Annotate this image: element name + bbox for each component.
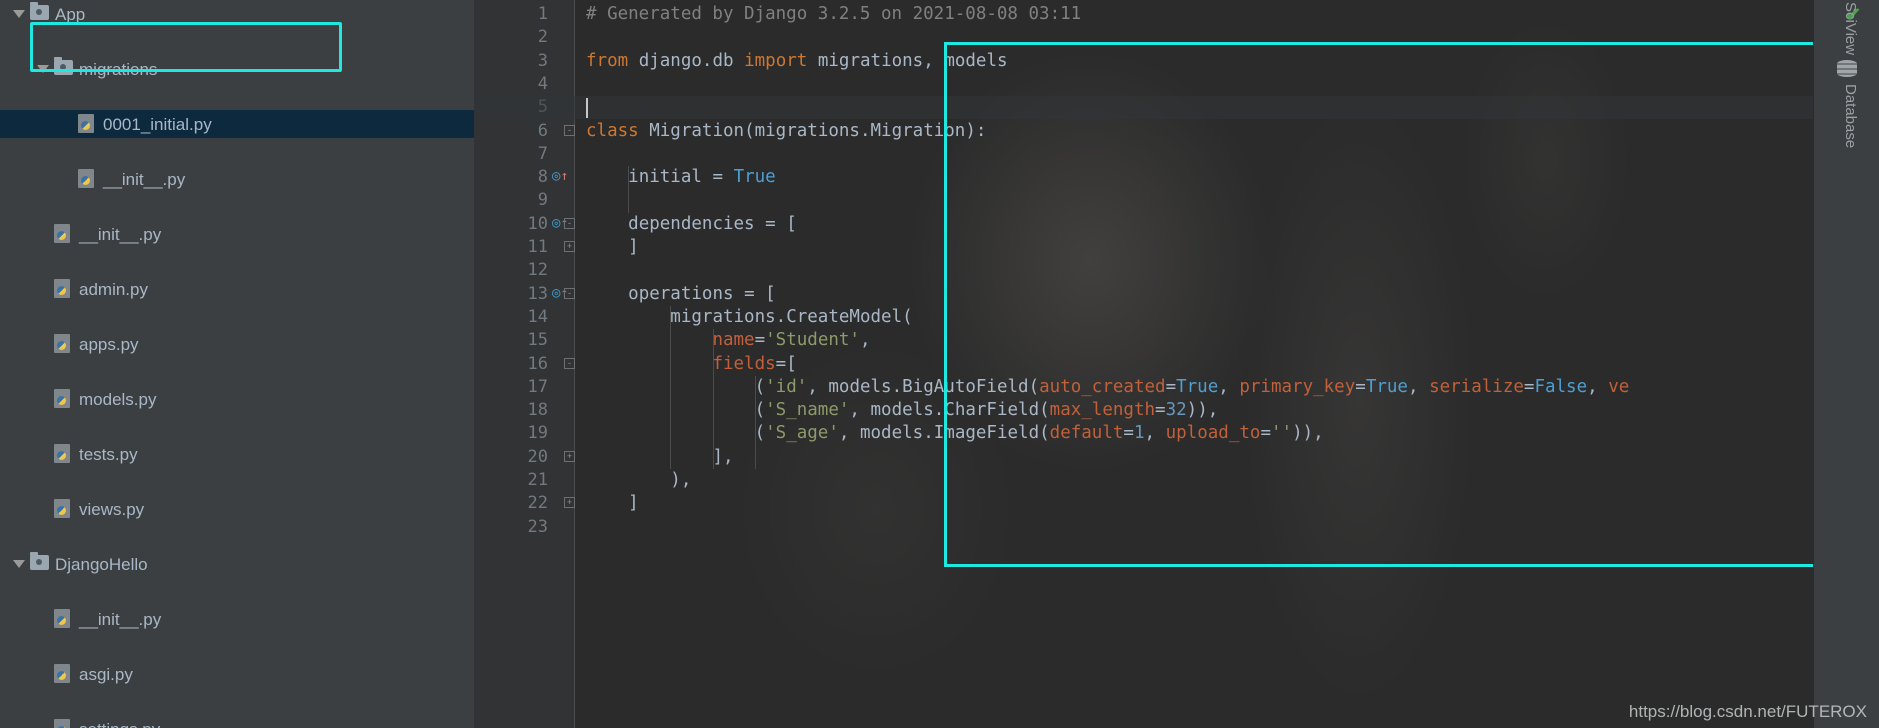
tree-item-0001-initial-py[interactable]: 0001_initial.py xyxy=(0,110,474,138)
tree-item-label: DjangoHello xyxy=(55,554,148,574)
database-icon xyxy=(1837,60,1857,77)
tree-item-tests-py[interactable]: tests.py xyxy=(0,440,474,468)
current-line-highlight xyxy=(474,96,1814,120)
tree-item-label: views.py xyxy=(79,499,145,519)
tree-item-label: settings.py xyxy=(79,720,160,728)
watermark-text: https://blog.csdn.net/FUTEROX xyxy=(1628,702,1867,721)
python-file-icon xyxy=(54,499,74,519)
code-line[interactable]: from django.db import migrations, models xyxy=(586,50,1008,73)
code-line[interactable]: dependencies = [ xyxy=(586,213,797,236)
code-text[interactable]: # Generated by Django 3.2.5 on 2021-08-0… xyxy=(474,0,1814,728)
tab-sciview[interactable]: SciView xyxy=(1842,2,1859,55)
tree-item--init-py[interactable]: __init__.py xyxy=(0,220,474,248)
python-file-icon xyxy=(54,224,74,244)
code-line[interactable]: migrations.CreateModel( xyxy=(586,306,912,329)
python-file-icon xyxy=(54,389,74,409)
code-line[interactable]: fields=[ xyxy=(586,353,796,376)
code-line[interactable]: ] xyxy=(586,492,639,515)
python-file-icon xyxy=(54,664,74,684)
tree-item-label: apps.py xyxy=(79,334,139,354)
python-file-icon xyxy=(54,444,74,464)
tree-item-apps-py[interactable]: apps.py xyxy=(0,330,474,358)
right-tool-window-bar[interactable]: ✔ SciView Database xyxy=(1813,0,1879,728)
tree-item-label: App xyxy=(55,4,86,24)
indent-guide xyxy=(754,375,756,469)
tree-item-label: __init__.py xyxy=(103,169,186,189)
python-file-icon xyxy=(54,334,74,354)
tree-item-djangohello[interactable]: DjangoHello xyxy=(0,550,474,578)
chevron-down-icon[interactable] xyxy=(8,550,30,578)
tree-item-views-py[interactable]: views.py xyxy=(0,495,474,523)
code-line[interactable]: # Generated by Django 3.2.5 on 2021-08-0… xyxy=(586,3,1081,26)
tree-item-admin-py[interactable]: admin.py xyxy=(0,275,474,303)
pycharm-window: App migrations 0001_initial.py __init__.py _… xyxy=(0,0,1879,728)
python-file-icon xyxy=(54,719,74,728)
tree-item--init-py[interactable]: __init__.py xyxy=(0,605,474,633)
tab-database[interactable]: Database xyxy=(1842,84,1859,148)
module-folder-icon xyxy=(30,2,50,22)
project-tree-panel[interactable]: App migrations 0001_initial.py __init__.py _… xyxy=(0,0,474,728)
code-line[interactable]: class Migration(migrations.Migration): xyxy=(586,120,986,143)
module-folder-icon xyxy=(30,552,50,572)
module-folder-icon xyxy=(54,57,74,77)
tree-item-label: __init__.py xyxy=(79,224,162,244)
text-caret xyxy=(586,98,588,119)
tree-item-asgi-py[interactable]: asgi.py xyxy=(0,660,474,688)
chevron-down-icon[interactable] xyxy=(8,0,30,28)
code-line[interactable]: ('S_name', models.CharField(max_length=3… xyxy=(586,399,1219,422)
chevron-down-icon[interactable] xyxy=(32,55,54,83)
code-line[interactable]: initial = True xyxy=(586,166,776,189)
tree-item-label: migrations xyxy=(79,59,158,79)
tree-item--init-py[interactable]: __init__.py xyxy=(0,165,474,193)
tree-item-models-py[interactable]: models.py xyxy=(0,385,474,413)
tree-item-label: models.py xyxy=(79,389,157,409)
python-file-icon xyxy=(78,114,98,134)
code-line[interactable]: ('S_age', models.ImageField(default=1, u… xyxy=(586,422,1324,445)
indent-guide xyxy=(628,166,630,213)
tree-item-app[interactable]: App xyxy=(0,0,474,28)
python-file-icon xyxy=(78,169,98,189)
code-line[interactable]: ] xyxy=(586,236,639,259)
code-line[interactable]: operations = [ xyxy=(586,283,776,306)
code-line[interactable]: ('id', models.BigAutoField(auto_created=… xyxy=(586,376,1630,399)
code-line[interactable]: ), xyxy=(586,469,691,492)
tree-item-label: __init__.py xyxy=(79,609,162,629)
code-editor[interactable]: 1234567891011121314151617181920212223 ◎↑… xyxy=(474,0,1814,728)
python-file-icon xyxy=(54,279,74,299)
tree-item-migrations[interactable]: migrations xyxy=(0,55,474,83)
code-line[interactable]: name='Student', xyxy=(586,329,870,352)
indent-guide xyxy=(712,329,714,469)
tree-item-settings-py[interactable]: settings.py xyxy=(0,715,474,728)
tree-item-label: tests.py xyxy=(79,444,138,464)
tree-item-label: 0001_initial.py xyxy=(103,114,212,134)
python-file-icon xyxy=(54,609,74,629)
code-line[interactable]: ], xyxy=(586,446,733,469)
tree-item-label: admin.py xyxy=(79,279,148,299)
indent-guide xyxy=(670,305,672,469)
tree-item-label: asgi.py xyxy=(79,664,133,684)
